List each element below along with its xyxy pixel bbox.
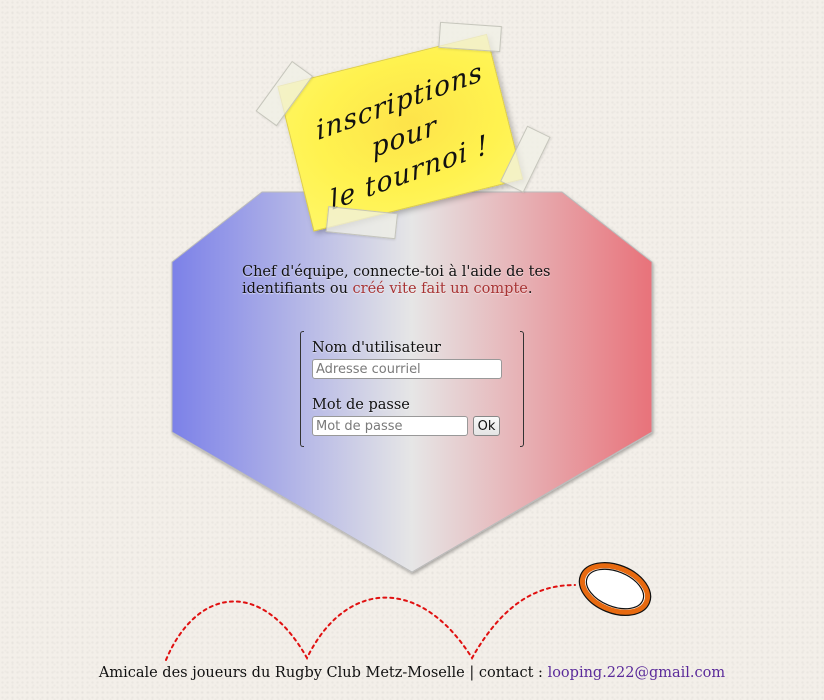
sticky-note: inscriptions pour le tournoi ! bbox=[255, 21, 551, 240]
sticky-note-paper: inscriptions pour le tournoi ! bbox=[277, 33, 524, 232]
username-label: Nom d'utilisateur bbox=[312, 340, 441, 356]
ok-button[interactable]: Ok bbox=[473, 416, 500, 436]
create-account-link[interactable]: créé vite fait un compte bbox=[353, 281, 528, 297]
intro-text-after: . bbox=[527, 281, 533, 297]
contact-email-link[interactable]: looping.222@gmail.com bbox=[548, 665, 726, 681]
sticky-note-title: inscriptions pour le tournoi ! bbox=[301, 50, 508, 226]
password-label: Mot de passe bbox=[312, 397, 410, 413]
password-input[interactable] bbox=[312, 416, 468, 436]
footer: Amicale des joueurs du Rugby Club Metz-M… bbox=[0, 665, 824, 681]
login-form: Nom d'utilisateur Mot de passe Ok bbox=[300, 331, 524, 447]
ball-trajectory bbox=[165, 584, 576, 661]
tape-top-right bbox=[438, 21, 502, 53]
username-input[interactable] bbox=[312, 359, 502, 379]
rugby-ball-icon bbox=[578, 562, 652, 616]
footer-text: Amicale des joueurs du Rugby Club Metz-M… bbox=[98, 665, 548, 681]
intro-text: Chef d'équipe, connecte-toi à l'aide de … bbox=[242, 264, 572, 298]
